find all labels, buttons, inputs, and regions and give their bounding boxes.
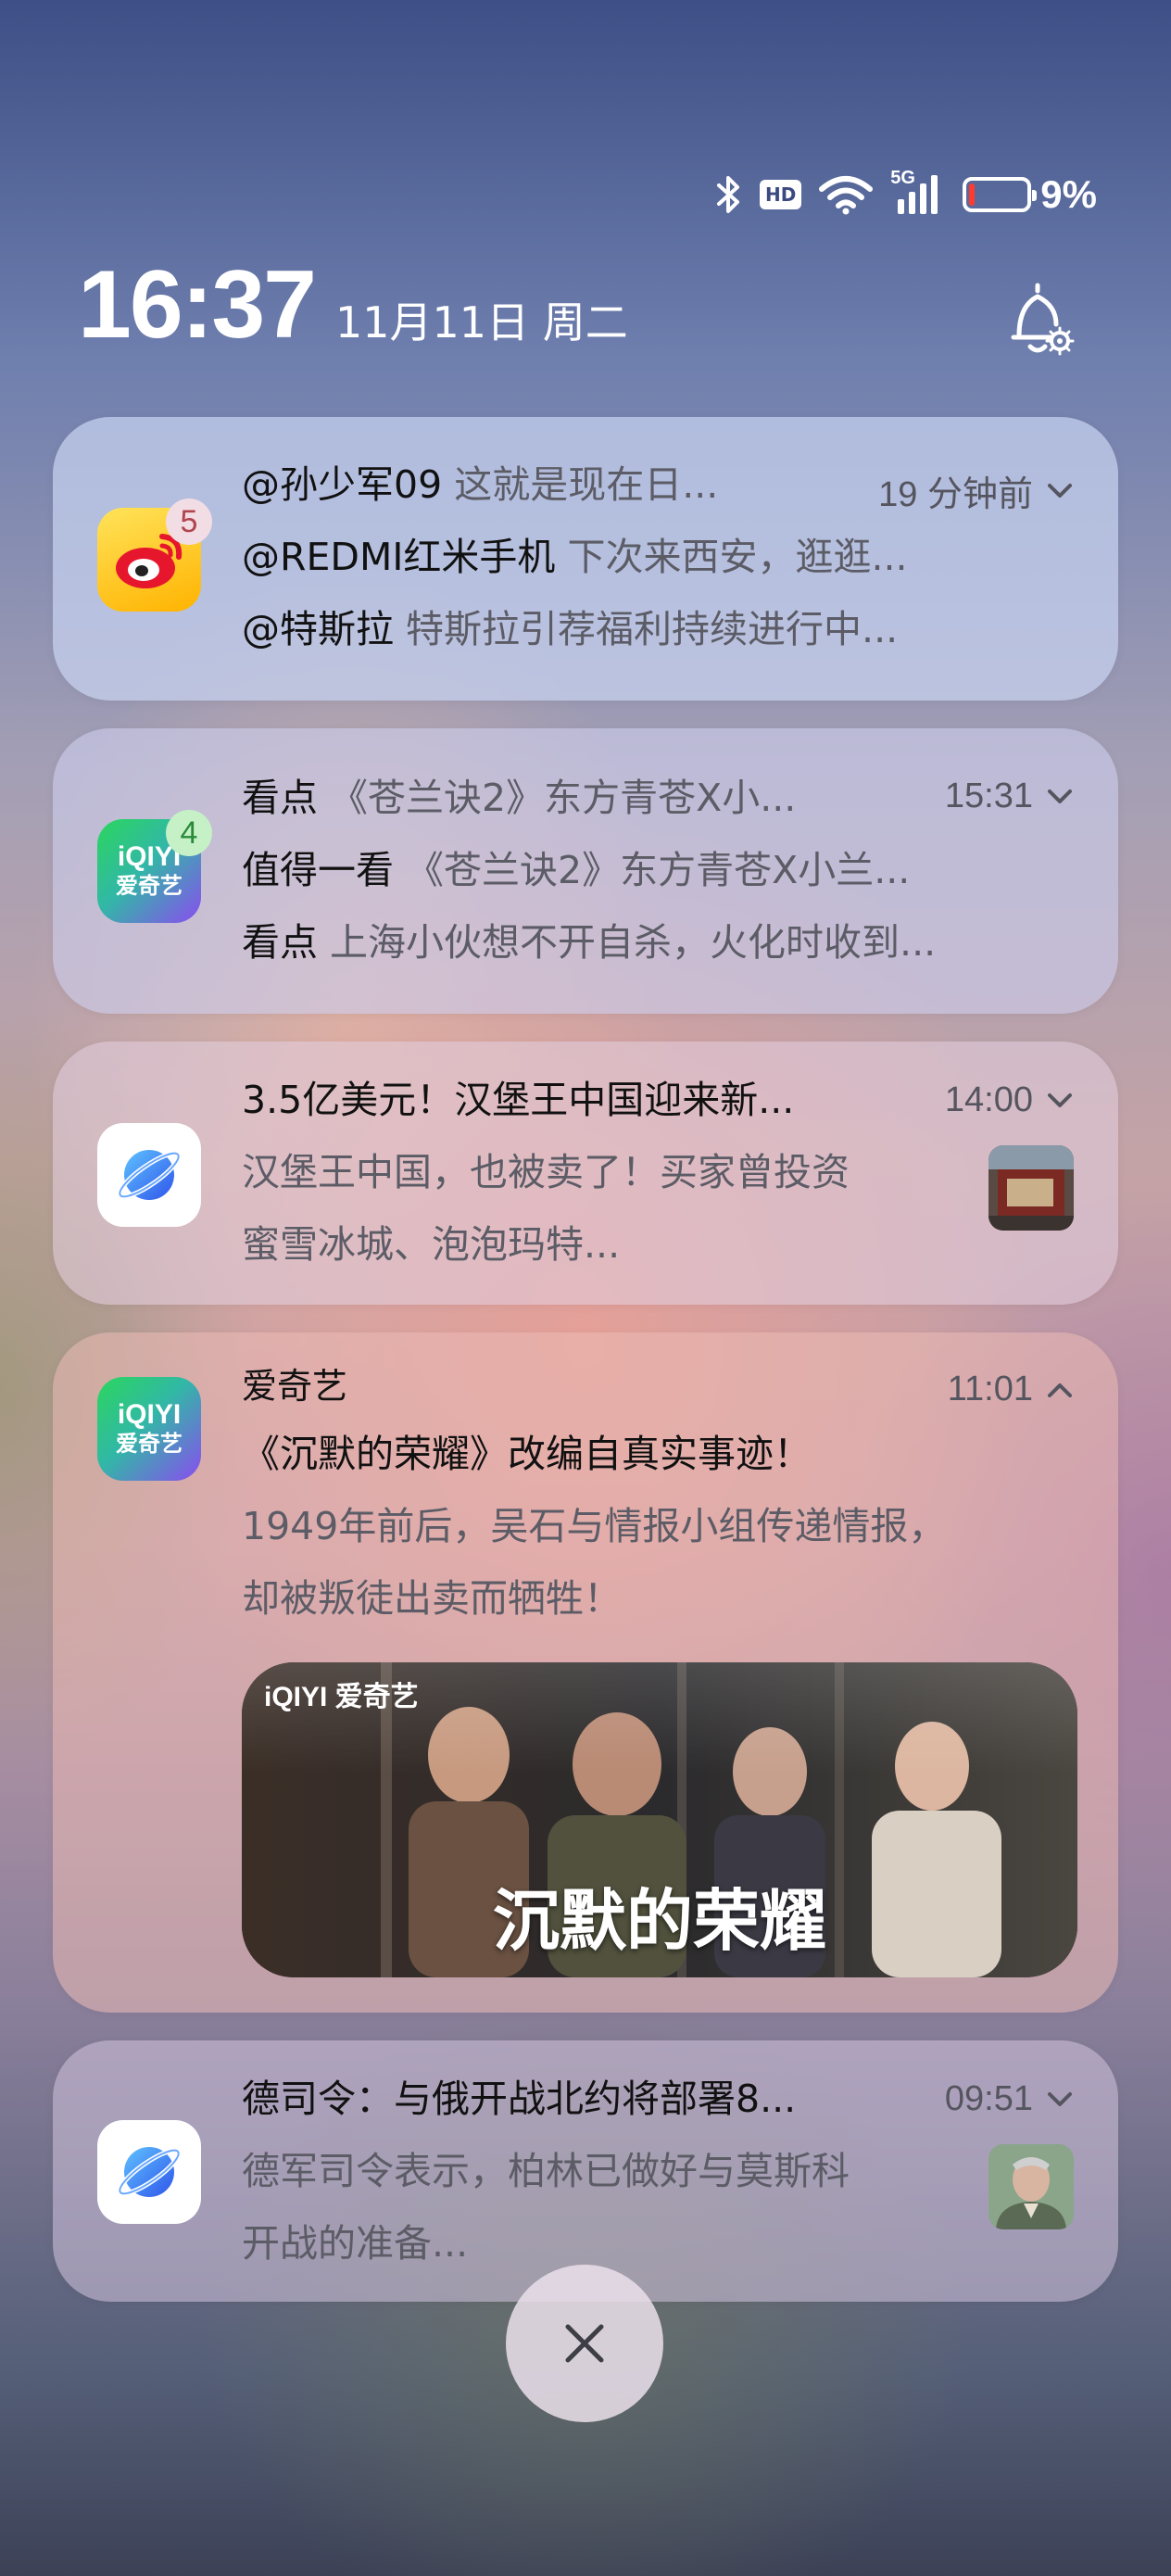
notification-settings-icon[interactable] — [1004, 278, 1078, 361]
time-label: 15:31 — [944, 777, 1033, 815]
time: 16:37 — [78, 251, 317, 359]
chevron-down-icon[interactable] — [1046, 1092, 1074, 1110]
title-text: 德司令：与俄开战北约将部署8... — [242, 2077, 797, 2121]
lockscreen-clock: 16:37 11月11日 周二 — [78, 250, 628, 360]
body-line: 1949年前后，吴石与情报小组传递情报， — [242, 1490, 1074, 1562]
message-line: @REDMI红米手机 下次来西安，逛逛... — [242, 521, 1074, 593]
date: 11月11日 周二 — [335, 297, 628, 347]
message-line: 看点 上海小伙想不开自杀，火化时收到... — [242, 906, 1074, 979]
iqiyi-logo-sub: 爱奇艺 — [116, 1431, 183, 1457]
unread-count-badge: 5 — [166, 499, 212, 545]
message-line: @孙少军09 这就是现在日... — [242, 448, 868, 521]
body-text: 却被叛徒出卖而牺牲！ — [242, 1576, 622, 1621]
battery-percent: 9% — [1040, 172, 1097, 216]
notification-title: 《沉默的荣耀》改编自真实事迹！ — [242, 1418, 1074, 1490]
chevron-up-icon[interactable] — [1046, 1381, 1074, 1399]
message-text: 上海小伙想不开自杀，火化时收到... — [330, 920, 937, 965]
title-text: 3.5亿美元！汉堡王中国迎来新... — [242, 1078, 795, 1122]
notification-iqiyi-group[interactable]: iQIYI 爱奇艺 4 15:31 看点 《苍兰诀2》东方青苍X小... 值得一… — [53, 728, 1118, 1014]
body-text: 1949年前后，吴石与情报小组传递情报， — [242, 1504, 947, 1548]
app-name: 爱奇艺 — [242, 1358, 868, 1414]
promo-banner-image[interactable]: iQIYI 爱奇艺 沉默的荣耀 — [242, 1662, 1077, 1977]
unread-count-badge: 4 — [166, 810, 212, 856]
time-label: 19 分钟前 — [878, 475, 1033, 514]
banner-title: 沉默的荣耀 — [492, 1881, 826, 1960]
message-text: 特斯拉引荐福利持续进行中... — [406, 607, 899, 651]
sender: 看点 — [242, 920, 318, 965]
iqiyi-app-icon: iQIYI 爱奇艺 — [97, 1377, 201, 1481]
message-line: 值得一看 《苍兰诀2》东方青苍X小兰... — [242, 834, 1074, 906]
battery-level-fill — [969, 183, 975, 206]
sender: 看点 — [242, 776, 318, 820]
notification-iqiyi-expanded[interactable]: iQIYI 爱奇艺 爱奇艺 11:01 《沉默的荣耀》改编自真实事迹！ 1949… — [53, 1332, 1118, 2013]
title-text: 《沉默的荣耀》改编自真实事迹！ — [242, 1432, 812, 1476]
body-text: 蜜雪冰城、泡泡玛特... — [242, 1222, 621, 1267]
notification-time[interactable]: 19 分钟前 — [878, 465, 1074, 516]
cellular-signal-icon: 5G — [890, 168, 946, 218]
news-thumbnail — [988, 1145, 1074, 1231]
notification-body-more: @REDMI红米手机 下次来西安，逛逛... @特斯拉 特斯拉引荐福利持续进行中… — [242, 521, 1074, 665]
body-text: 德军司令表示，柏林已做好与莫斯科 — [242, 2149, 850, 2193]
iqiyi-app-icon: iQIYI 爱奇艺 4 — [97, 810, 212, 923]
notification-body-more: 值得一看 《苍兰诀2》东方青苍X小兰... 看点 上海小伙想不开自杀，火化时收到… — [242, 834, 1074, 979]
body-line: 德军司令表示，柏林已做好与莫斯科 — [242, 2135, 924, 2207]
sender: @REDMI红米手机 — [242, 535, 556, 579]
sender: 值得一看 — [242, 848, 394, 892]
message-line: 看点 《苍兰诀2》东方青苍X小... — [242, 762, 924, 834]
battery-icon — [963, 177, 1038, 212]
chevron-down-icon[interactable] — [1046, 2090, 1074, 2109]
notification-weibo[interactable]: 5 19 分钟前 @孙少军09 这就是现在日... @REDMI红米手机 下次来… — [53, 417, 1118, 701]
notification-time[interactable]: 15:31 — [945, 777, 1074, 816]
notification-body: 看点 《苍兰诀2》东方青苍X小... — [242, 762, 924, 834]
chevron-down-icon[interactable] — [1046, 788, 1074, 806]
notification-time[interactable]: 11:01 — [948, 1370, 1074, 1409]
body-line: 蜜雪冰城、泡泡玛特... — [242, 1208, 924, 1281]
notification-browser-news-2[interactable]: 09:51 德司令：与俄开战北约将部署8... 德军司令表示，柏林已做好与莫斯科… — [53, 2040, 1118, 2302]
body-line: 却被叛徒出卖而牺牲！ — [242, 1562, 1074, 1635]
notification-time[interactable]: 14:00 — [945, 1080, 1074, 1120]
close-icon — [565, 2324, 604, 2363]
body-text: 汉堡王中国，也被卖了！买家曾投资 — [242, 1150, 850, 1194]
body-text: 开战的准备... — [242, 2221, 469, 2266]
body-line: 汉堡王中国，也被卖了！买家曾投资 — [242, 1136, 924, 1208]
message-line: @特斯拉 特斯拉引荐福利持续进行中... — [242, 593, 1074, 665]
notification-body: @孙少军09 这就是现在日... — [242, 448, 868, 521]
notification-header: 爱奇艺 — [242, 1358, 868, 1414]
time-label: 14:00 — [944, 1080, 1033, 1119]
notification-title: 德司令：与俄开战北约将部署8... — [242, 2063, 924, 2135]
weibo-app-icon: 5 — [97, 499, 212, 612]
news-thumbnail — [988, 2144, 1074, 2229]
status-bar: HD 5G 9% — [715, 167, 1097, 222]
bluetooth-icon — [715, 174, 743, 215]
iqiyi-logo-sub: 爱奇艺 — [116, 873, 183, 899]
message-text: 这就是现在日... — [454, 462, 719, 507]
notification-body: 德司令：与俄开战北约将部署8... 德军司令表示，柏林已做好与莫斯科 开战的准备… — [242, 2063, 924, 2279]
wifi-icon — [818, 174, 874, 215]
sender: @孙少军09 — [242, 462, 443, 507]
notification-browser-news-1[interactable]: 14:00 3.5亿美元！汉堡王中国迎来新... 汉堡王中国，也被卖了！买家曾投… — [53, 1042, 1118, 1305]
message-text: 下次来西安，逛逛... — [567, 535, 908, 579]
iqiyi-logo-text: iQIYI — [117, 1399, 182, 1430]
browser-app-icon — [97, 1123, 201, 1227]
notification-body: 《沉默的荣耀》改编自真实事迹！ 1949年前后，吴石与情报小组传递情报， 却被叛… — [242, 1418, 1074, 1635]
clear-all-button[interactable] — [506, 2265, 663, 2422]
app-name-text: 爱奇艺 — [242, 1366, 348, 1407]
notification-time[interactable]: 09:51 — [945, 2079, 1074, 2119]
time-label: 11:01 — [947, 1370, 1033, 1408]
battery-indicator: 9% — [963, 172, 1097, 217]
message-text: 《苍兰诀2》东方青苍X小兰... — [406, 848, 911, 892]
hd-badge: HD — [759, 180, 802, 209]
browser-app-icon — [97, 2120, 201, 2224]
notification-title: 3.5亿美元！汉堡王中国迎来新... — [242, 1064, 924, 1136]
sender: @特斯拉 — [242, 607, 394, 651]
chevron-down-icon[interactable] — [1046, 482, 1074, 500]
banner-brand-logo: iQIYI 爱奇艺 — [264, 1682, 419, 1712]
notification-body: 3.5亿美元！汉堡王中国迎来新... 汉堡王中国，也被卖了！买家曾投资 蜜雪冰城… — [242, 1064, 924, 1281]
message-text: 《苍兰诀2》东方青苍X小... — [330, 776, 797, 820]
time-label: 09:51 — [944, 2079, 1033, 2118]
